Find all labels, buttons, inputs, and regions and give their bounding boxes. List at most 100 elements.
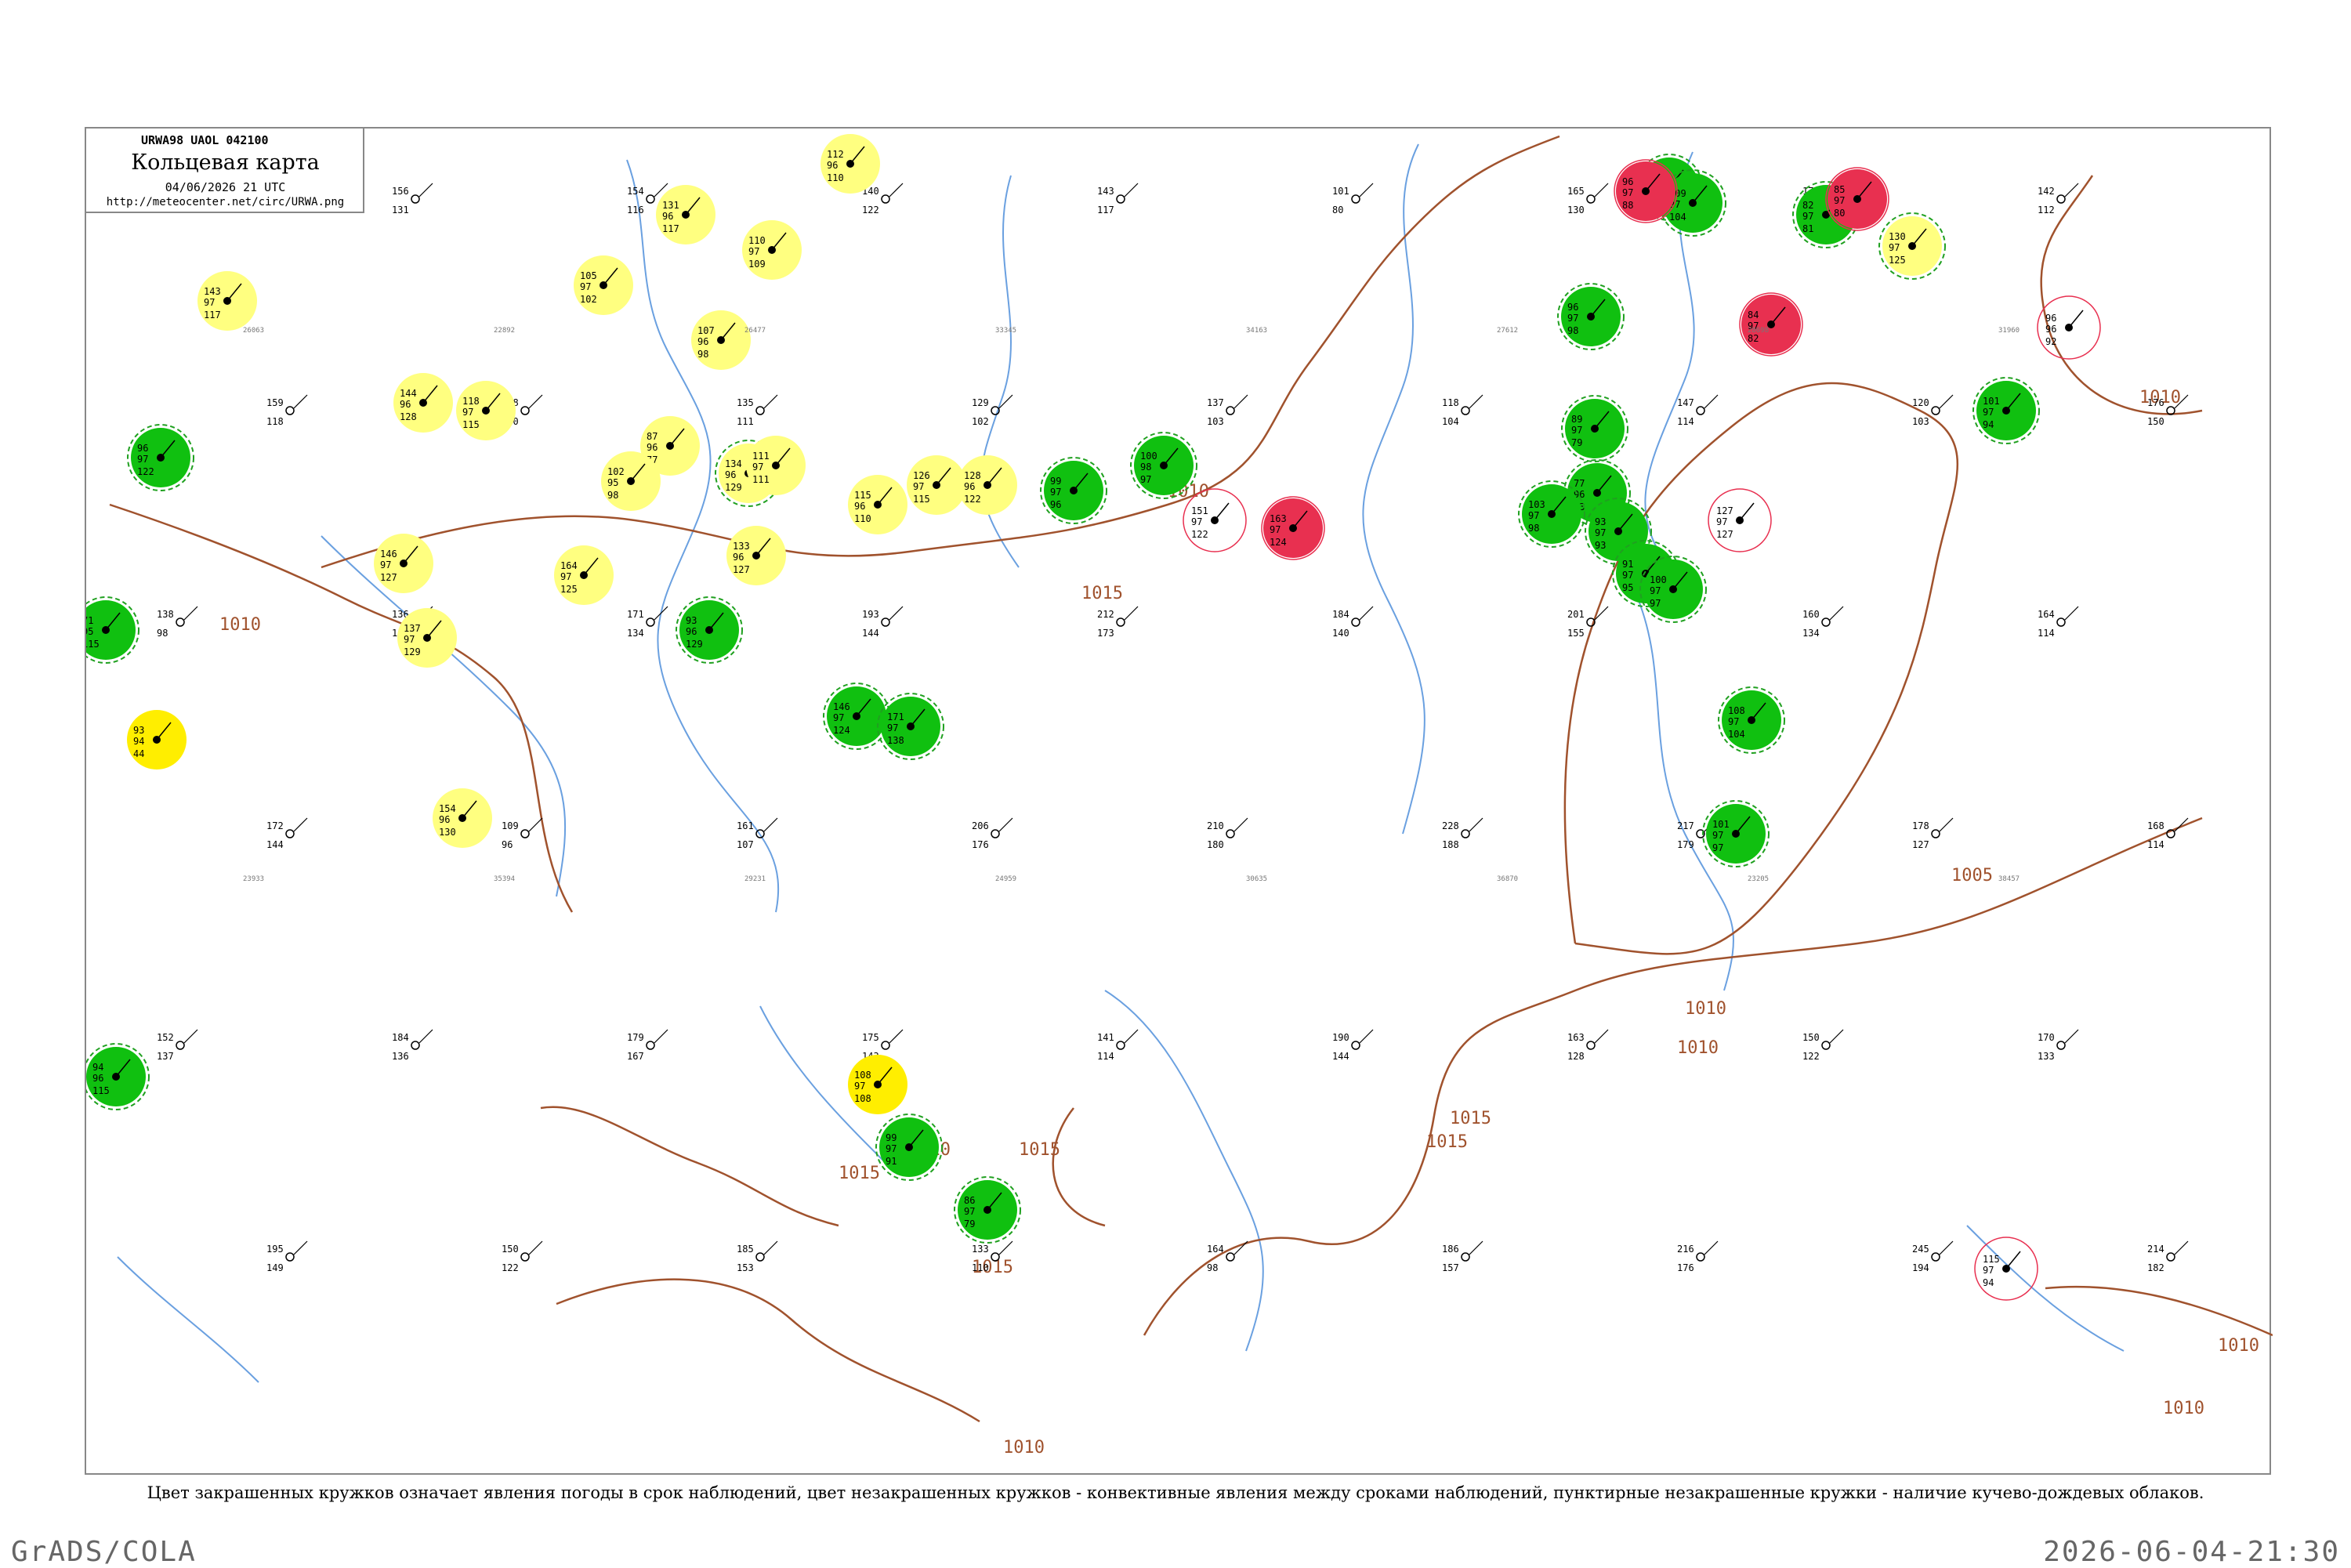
- station-plot: 9697122: [127, 424, 194, 491]
- wind-barb: [293, 394, 308, 409]
- wind-barb: [763, 1240, 778, 1255]
- station-height: 117: [1097, 205, 1114, 215]
- isobar-label: 1010: [1685, 999, 1726, 1019]
- station-pressure: 97: [1622, 570, 1633, 581]
- station-pressure: 96: [439, 814, 450, 825]
- wind-barb: [2005, 1251, 2021, 1269]
- station-height: 97: [1650, 598, 1661, 609]
- plain-station: 141 114: [1097, 1029, 1139, 1062]
- plain-station: 164 98: [1207, 1240, 1248, 1273]
- plain-station: 147 114: [1677, 394, 1719, 427]
- plain-station: 165 130: [1567, 183, 1609, 215]
- station-pressure: 97: [1802, 211, 1813, 222]
- station-height: 98: [1528, 523, 1539, 534]
- station-temp: 193: [862, 609, 879, 620]
- plain-station: 150 122: [502, 1240, 543, 1273]
- station-temp: 135: [737, 397, 754, 408]
- station-dot: [1351, 1041, 1360, 1050]
- station-dot: [1226, 829, 1235, 838]
- station-temp: 96: [137, 443, 148, 454]
- station-temp: 185: [737, 1244, 754, 1255]
- wind-barb: [763, 817, 778, 832]
- station-temp: 152: [157, 1032, 174, 1043]
- station-height: 155: [1567, 628, 1585, 639]
- station-height: 98: [607, 490, 618, 501]
- station-dot: [1116, 617, 1125, 627]
- station-plot: 10397 98: [1518, 480, 1585, 548]
- station-dot: [1931, 829, 1940, 838]
- station-pressure: 97: [580, 281, 591, 292]
- station-temp: 108: [1728, 705, 1745, 716]
- plain-station: 163 128: [1567, 1029, 1609, 1062]
- station-plot: 14397 117: [197, 271, 257, 331]
- station-pressure: 97: [1191, 516, 1202, 527]
- station-height: 102: [580, 294, 597, 305]
- plain-station: 118 104: [1442, 394, 1483, 427]
- plain-station: 120 103: [1912, 394, 1954, 427]
- station-id: 23205: [1748, 875, 1769, 883]
- station-pressure: 97: [1889, 242, 1900, 253]
- station-height: 134: [627, 628, 644, 639]
- station-height: 194: [1912, 1262, 1929, 1273]
- station-temp: 100: [1140, 451, 1157, 462]
- station-height: 128: [1567, 1051, 1585, 1062]
- station-temp: 118: [462, 396, 480, 407]
- station-dot: [881, 194, 890, 204]
- plain-station: 168 114: [2147, 817, 2189, 850]
- station-temp: 111: [752, 451, 770, 462]
- station-temp: 93: [1595, 516, 1606, 527]
- station-height: 111: [752, 474, 770, 485]
- map-date: 04/06/2026 21 UTC: [165, 180, 286, 194]
- station-height: 117: [662, 223, 679, 234]
- station-temp: 115: [1983, 1254, 2000, 1265]
- station-pressure: 97: [886, 1143, 897, 1154]
- wind-barb: [2064, 183, 2079, 197]
- station-temp: 164: [560, 560, 578, 571]
- station-temp: 206: [972, 820, 989, 831]
- station-temp: 171: [627, 609, 644, 620]
- plain-station: 212 173: [1097, 606, 1139, 639]
- station-id: 28698: [1748, 327, 1769, 335]
- station-height: 122: [502, 1262, 519, 1273]
- station-temp: 164: [2038, 609, 2055, 620]
- station-id: 34163: [1246, 327, 1267, 335]
- station-height: 122: [862, 205, 879, 215]
- station-plot: 8597 80: [1825, 167, 1889, 231]
- plain-station: 178 127: [1912, 817, 1954, 850]
- station-temp: 214: [2147, 1244, 2164, 1255]
- station-temp: 216: [1677, 1244, 1694, 1255]
- plain-station: 129 102: [972, 394, 1013, 427]
- station-temp: 156: [392, 186, 409, 197]
- plain-station: 164 114: [2038, 606, 2079, 639]
- station-height: 138: [887, 735, 904, 746]
- isobar-label: 1015: [1019, 1140, 1060, 1160]
- wind-barb: [2064, 1029, 2079, 1044]
- station-plot: 12896 122: [958, 455, 1017, 515]
- station-dot: [285, 406, 295, 415]
- station-pressure: 96: [827, 160, 838, 171]
- station-plot: 1009797: [1639, 556, 1707, 623]
- station-temp: 201: [1567, 609, 1585, 620]
- station-temp: 71: [86, 615, 93, 626]
- station-height: 81: [1802, 223, 1813, 234]
- station-plot: 15496 130: [433, 788, 492, 848]
- station-temp: 93: [686, 615, 697, 626]
- station-height: 95: [1622, 582, 1633, 593]
- station-pressure: 97: [1712, 830, 1723, 841]
- station-height: 122: [1802, 1051, 1820, 1062]
- station-height: 153: [737, 1262, 754, 1273]
- station-pressure: 97: [1571, 425, 1582, 436]
- plain-station: 210 180: [1207, 817, 1248, 850]
- station-height: 93: [1595, 540, 1606, 551]
- station-dot: [285, 1252, 295, 1262]
- station-plot: 1019797: [1702, 800, 1770, 867]
- station-temp: 245: [1912, 1244, 1929, 1255]
- station-height: 114: [2038, 628, 2055, 639]
- station-plot: 999796: [1040, 457, 1107, 524]
- station-temp: 103: [1528, 499, 1545, 510]
- footer-timestamp: 2026-06-04-21:30: [2043, 1536, 2340, 1568]
- station-temp: 141: [1097, 1032, 1114, 1043]
- station-temp: 89: [1571, 414, 1582, 425]
- map-url[interactable]: http://meteocenter.net/circ/URWA.png: [86, 196, 364, 208]
- station-plot: 7195 115: [86, 596, 139, 664]
